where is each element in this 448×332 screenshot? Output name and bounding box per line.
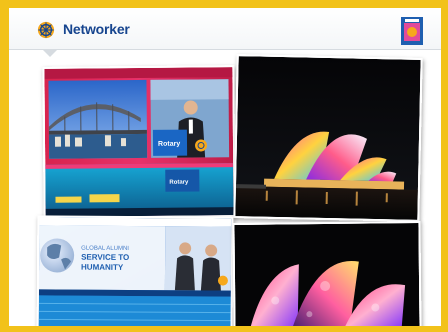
brand-title: Networker <box>63 21 130 37</box>
photo-opera-house-night[interactable] <box>233 54 423 222</box>
page-header: Networker <box>9 8 441 50</box>
podium-rotary-label: Rotary <box>169 180 189 186</box>
header-pointer <box>43 50 57 57</box>
article-frame: Networker Rotary Rotary GLOBAL ALUMNI SE… <box>9 8 441 326</box>
alumni-line-1: GLOBAL ALUMNI <box>81 246 129 252</box>
convention-stage-image: Rotary Rotary <box>44 67 234 217</box>
rotary-wheel-icon <box>37 21 55 39</box>
photo-opera-house-closeup[interactable] <box>232 221 422 326</box>
opera-house-closeup-image <box>234 223 420 326</box>
alumni-line-3: HUMANITY <box>81 263 124 272</box>
opera-house-night-image <box>235 56 421 220</box>
alumni-screen-image: GLOBAL ALUMNI SERVICE TO HUMANITY <box>38 217 232 326</box>
photo-alumni-screen[interactable]: GLOBAL ALUMNI SERVICE TO HUMANITY <box>36 215 234 326</box>
alumni-line-2: SERVICE TO <box>81 253 129 262</box>
magazine-badge-icon <box>401 17 423 45</box>
photo-convention-stage[interactable]: Rotary Rotary <box>42 65 236 219</box>
screen-rotary-label: Rotary <box>158 141 180 148</box>
